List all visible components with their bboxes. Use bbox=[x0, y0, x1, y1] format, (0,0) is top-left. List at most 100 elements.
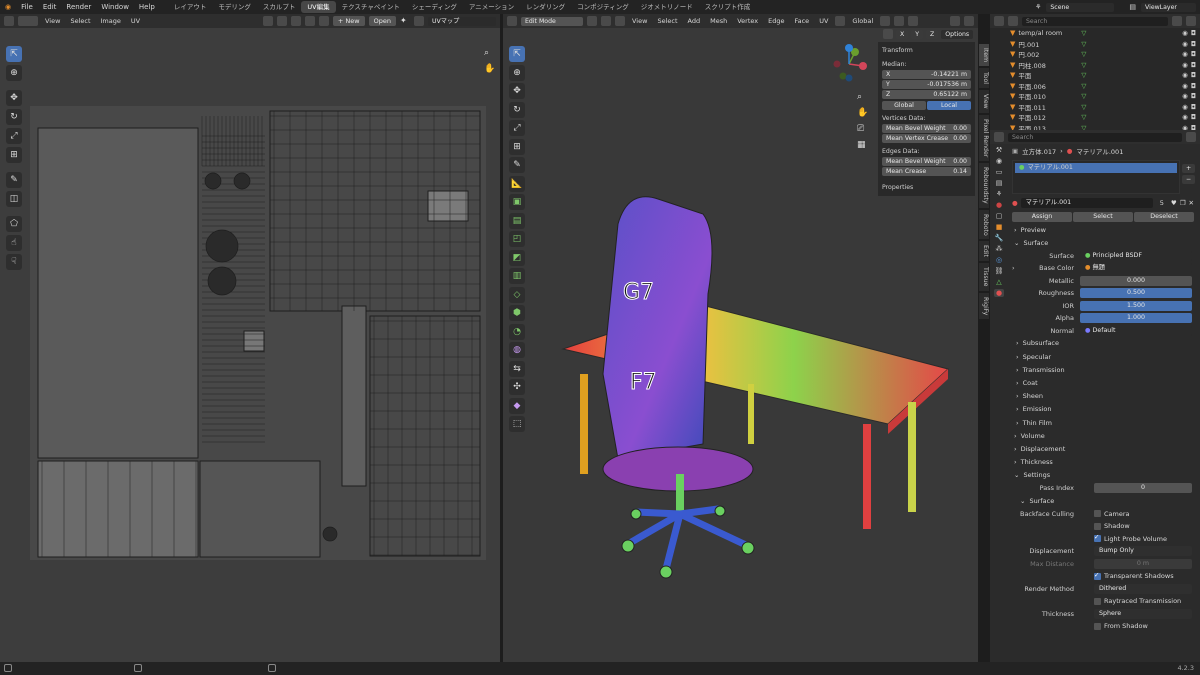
surface-subsection-header[interactable]: › Sheen bbox=[1008, 390, 1198, 403]
outliner-item[interactable]: ▼ 平面.012 ▽ ◉ ◘ bbox=[990, 112, 1200, 123]
select-button[interactable]: Select bbox=[1073, 211, 1133, 222]
mirror-y-toggle[interactable]: Y bbox=[911, 29, 924, 39]
camera-render-icon[interactable]: ◘ bbox=[1191, 113, 1196, 121]
blender-logo-icon[interactable]: ◉ bbox=[0, 3, 16, 11]
raytraced-transmission-checkbox[interactable]: Raytraced Transmission bbox=[1094, 597, 1181, 605]
rip-region-tool-icon[interactable]: ◫ bbox=[6, 191, 22, 207]
view-layer-tab-icon[interactable]: ▤ bbox=[996, 179, 1003, 187]
workspace-tab-layout[interactable]: レイアウト bbox=[168, 1, 213, 13]
workspace-tab-animation[interactable]: アニメーション bbox=[463, 1, 520, 13]
tab-rigify[interactable]: RigiFy bbox=[979, 292, 989, 320]
settings-surface-header[interactable]: ⌄ Surface bbox=[1008, 494, 1198, 507]
vp-zoom-icon[interactable]: ⌕ bbox=[857, 92, 868, 102]
rip-tool-icon[interactable]: ⬚ bbox=[509, 416, 525, 432]
edge-crease-field[interactable]: Mean Crease 0.14 bbox=[882, 167, 971, 176]
tab-tool[interactable]: Tool bbox=[979, 68, 989, 89]
median-x-field[interactable]: X -0.14221 m bbox=[882, 70, 971, 79]
new-image-button[interactable]: + New bbox=[332, 16, 365, 26]
3d-scene-chair-desk[interactable]: G7 F7 bbox=[558, 174, 958, 594]
workspace-tab-sculpt[interactable]: スカルプト bbox=[257, 1, 302, 13]
base-color-field[interactable]: ● 無題 bbox=[1080, 263, 1192, 274]
3d-viewport[interactable]: Edit Mode View Select Add Mesh Vertex Ed… bbox=[503, 14, 989, 662]
assign-button[interactable]: Assign bbox=[1012, 211, 1072, 222]
tab-item[interactable]: Item bbox=[979, 44, 989, 67]
grab-tool-icon[interactable]: ⬠ bbox=[6, 216, 22, 232]
vp-scale-tool-icon[interactable]: ⤢ bbox=[509, 120, 525, 136]
camera-render-icon[interactable]: ◘ bbox=[1191, 29, 1196, 37]
add-slot-icon[interactable]: + bbox=[1182, 164, 1196, 173]
pass-index-field[interactable]: 0 bbox=[1094, 483, 1192, 494]
workspace-tab-texture-paint[interactable]: テクスチャペイント bbox=[336, 1, 406, 13]
camera-render-icon[interactable]: ◘ bbox=[1191, 103, 1196, 111]
edge-slide-tool-icon[interactable]: ⇆ bbox=[509, 360, 525, 377]
workspace-tab-modeling[interactable]: モデリング bbox=[212, 1, 257, 13]
options-dropdown[interactable]: Options bbox=[941, 29, 974, 39]
tab-roboundsty[interactable]: Roboundsty bbox=[979, 163, 989, 208]
image-browse-icon[interactable] bbox=[318, 16, 329, 26]
median-z-field[interactable]: Z 0.65122 m bbox=[882, 90, 971, 99]
vp-annotate-tool-icon[interactable]: ✎ bbox=[509, 157, 525, 173]
surface-subsection-header[interactable]: › Emission bbox=[1008, 403, 1198, 416]
vp-menu-edge[interactable]: Edge bbox=[765, 17, 787, 25]
workspace-tab-compositing[interactable]: コンポジティング bbox=[571, 1, 635, 13]
visibility-eye-icon[interactable]: ◉ bbox=[1182, 113, 1188, 121]
material-tab-icon[interactable]: ● bbox=[993, 289, 1005, 297]
vertex-bevel-weight-field[interactable]: Mean Bevel Weight 0.00 bbox=[882, 124, 971, 133]
breadcrumb-material[interactable]: マテリアル.001 bbox=[1076, 146, 1123, 156]
outliner-item[interactable]: ▼ 平面.013 ▽ ◉ ◘ bbox=[990, 123, 1200, 130]
menu-render[interactable]: Render bbox=[61, 3, 96, 11]
surface-shader-field[interactable]: ● Principled BSDF bbox=[1080, 250, 1192, 261]
shading-solid-icon[interactable] bbox=[950, 16, 960, 26]
camera-render-icon[interactable]: ◘ bbox=[1191, 50, 1196, 58]
surface-subsection-header[interactable]: › Specular bbox=[1008, 350, 1198, 363]
local-toggle[interactable]: Local bbox=[927, 100, 971, 110]
workspace-tab-scripting[interactable]: スクリプト作成 bbox=[699, 1, 757, 13]
outliner-item[interactable]: ▼ 円.001 ▽ ◉ ◘ bbox=[990, 39, 1200, 50]
visibility-eye-icon[interactable]: ◉ bbox=[1182, 82, 1188, 90]
displacement-method-select[interactable]: Bump Only bbox=[1094, 546, 1192, 557]
render-method-select[interactable]: Dithered bbox=[1094, 583, 1192, 594]
fake-user-icon[interactable]: ♥ bbox=[1171, 199, 1177, 207]
surface-panel-header[interactable]: ⌄ Surface bbox=[1008, 236, 1198, 249]
mirror-z-toggle[interactable]: Z bbox=[926, 29, 939, 39]
select-box-tool-icon[interactable]: ⇱ bbox=[6, 46, 22, 62]
transform-panel-header[interactable]: Transform bbox=[882, 45, 971, 55]
preview-panel-header[interactable]: › Preview bbox=[1008, 223, 1198, 236]
uv-map-selector[interactable]: UVマップ bbox=[428, 16, 496, 26]
collection-tab-icon[interactable]: ▢ bbox=[996, 212, 1003, 220]
thickness-panel-header[interactable]: › Thickness bbox=[1008, 456, 1198, 469]
vp-select-box-tool-icon[interactable]: ⇱ bbox=[509, 46, 525, 62]
loop-cut-tool-icon[interactable]: ▥ bbox=[509, 268, 525, 284]
poly-build-tool-icon[interactable]: ⬢ bbox=[509, 305, 525, 321]
orientation-selector[interactable]: Global bbox=[849, 17, 876, 25]
camera-checkbox[interactable]: Camera bbox=[1094, 510, 1130, 518]
physics-tab-icon[interactable]: ◎ bbox=[996, 256, 1002, 264]
filter-icon[interactable] bbox=[1172, 16, 1182, 26]
cursor-tool-icon[interactable]: ⊕ bbox=[6, 65, 22, 81]
workspace-tab-geometry-nodes[interactable]: ジオメトリノード bbox=[635, 1, 699, 13]
outliner-item[interactable]: ▼ 平面.011 ▽ ◉ ◘ bbox=[990, 102, 1200, 113]
inset-tool-icon[interactable]: ◰ bbox=[509, 231, 525, 247]
outliner-item[interactable]: ▼ 円.002 ▽ ◉ ◘ bbox=[990, 49, 1200, 60]
uv-menu-view[interactable]: View bbox=[42, 17, 63, 25]
vp-menu-add[interactable]: Add bbox=[685, 17, 704, 25]
edge-bevel-weight-field[interactable]: Mean Bevel Weight 0.00 bbox=[882, 157, 971, 166]
duplicate-material-icon[interactable]: ❐ bbox=[1180, 199, 1186, 207]
uv-layout-canvas[interactable] bbox=[30, 106, 486, 560]
mesh-edit-overlay-icon[interactable] bbox=[883, 29, 893, 39]
outliner-item[interactable]: ▼ 円柱.008 ▽ ◉ ◘ bbox=[990, 60, 1200, 71]
menu-window[interactable]: Window bbox=[96, 3, 134, 11]
menu-file[interactable]: File bbox=[16, 3, 38, 11]
uv-select-mode-icon[interactable] bbox=[18, 16, 38, 26]
tab-pixel-render[interactable]: Pixel Render bbox=[979, 114, 989, 162]
workspace-tab-shading[interactable]: シェーディング bbox=[406, 1, 463, 13]
vp-menu-vertex[interactable]: Vertex bbox=[734, 17, 761, 25]
mode-selector[interactable]: Edit Mode bbox=[521, 16, 583, 26]
outliner-search-input[interactable]: Search bbox=[1022, 16, 1168, 26]
properties-editor[interactable]: Search ⚒ ◉ ▭ ▤ ⚘ ● ▢ ■ 🔧 ⁂ ◎ ⛓ △ ● ▣ 立方体… bbox=[990, 130, 1200, 662]
shrink-fatten-tool-icon[interactable]: ✣ bbox=[509, 379, 525, 395]
outliner-item[interactable]: ▼ 平面.010 ▽ ◉ ◘ bbox=[990, 91, 1200, 102]
light-probe-volume-checkbox[interactable]: Light Probe Volume bbox=[1094, 533, 1167, 543]
shear-tool-icon[interactable]: ◆ bbox=[509, 397, 525, 414]
vertex-select-icon[interactable] bbox=[587, 16, 597, 26]
